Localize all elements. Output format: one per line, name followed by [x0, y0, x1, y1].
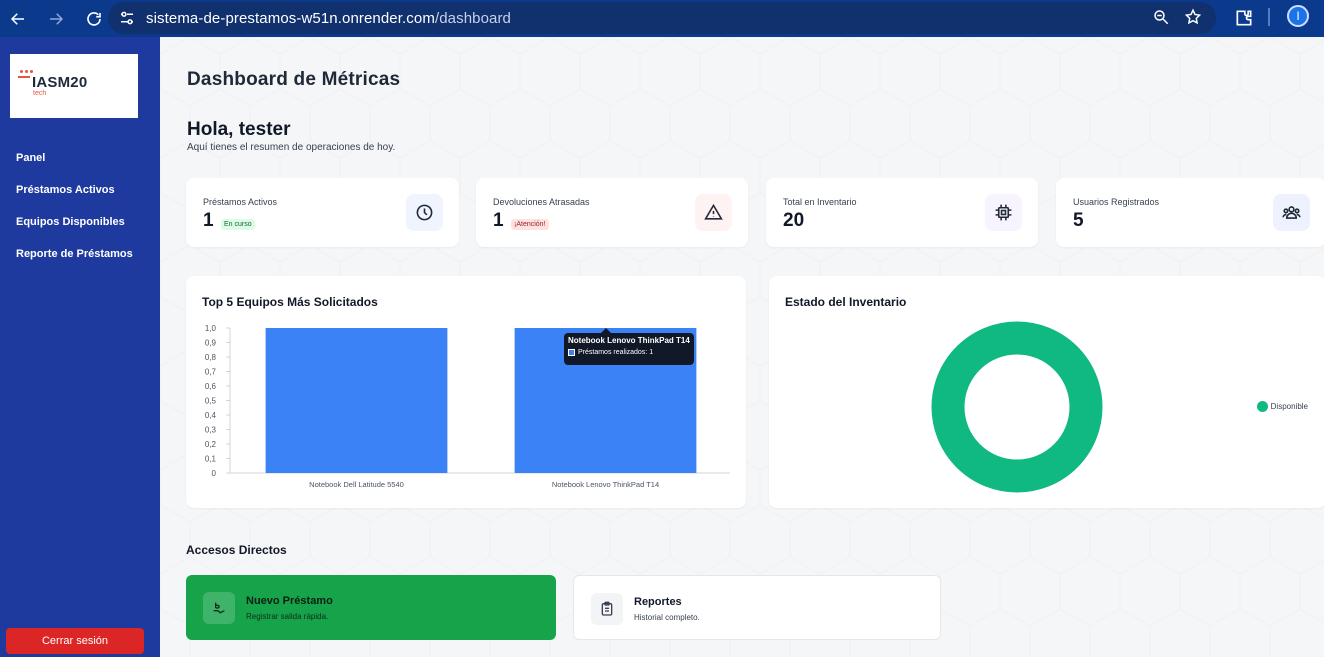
- stat-value: 5: [1073, 210, 1084, 231]
- greeting-subtitle: Aquí tienes el resumen de operaciones de…: [187, 142, 396, 153]
- logout-button[interactable]: Cerrar sesión: [6, 628, 144, 654]
- bookmark-star-icon[interactable]: [1184, 8, 1202, 26]
- profile-avatar[interactable]: I: [1287, 5, 1309, 27]
- y-tick-label: 0,2: [205, 440, 217, 449]
- address-bar[interactable]: sistema-de-prestamos-w51n.onrender.com/d…: [108, 2, 1216, 34]
- donut-chart-card: Estado del Inventario Disponible: [769, 276, 1324, 508]
- tooltip-text: Préstamos realizados: 1: [578, 349, 654, 356]
- browser-toolbar: sistema-de-prestamos-w51n.onrender.com/d…: [0, 0, 1324, 37]
- hand-icon: [203, 592, 235, 624]
- stat-label: Préstamos Activos: [203, 197, 278, 207]
- stat-value: 20: [783, 210, 805, 231]
- tooltip-line: Préstamos realizados: 1: [568, 349, 653, 356]
- extensions-icon[interactable]: [1234, 8, 1254, 28]
- chart-legend[interactable]: Disponible: [1256, 401, 1308, 412]
- logo-lines: [18, 76, 30, 81]
- x-tick-label: Notebook Lenovo ThinkPad T14: [552, 480, 659, 489]
- stat-card-usuarios-registrados: Usuarios Registrados 5: [1056, 178, 1324, 247]
- chip-icon: [985, 194, 1022, 231]
- y-tick-label: 0,6: [205, 382, 217, 391]
- y-tick-label: 1,0: [205, 324, 217, 333]
- logo-text: IASM20: [32, 74, 88, 91]
- quick-title: Reportes: [634, 596, 682, 608]
- clock-icon: [406, 194, 443, 231]
- stat-card-total-inventario: Total en Inventario 20: [766, 178, 1038, 247]
- main-content: Dashboard de Métricas Hola, tester Aquí …: [160, 37, 1324, 657]
- status-badge: ¡Atención!: [511, 219, 549, 230]
- y-tick-label: 0: [212, 469, 217, 478]
- status-badge: En curso: [221, 219, 255, 230]
- logo-subtext: tech: [33, 90, 47, 97]
- stat-value: 1: [203, 210, 214, 231]
- reportes-button[interactable]: Reportes Historial completo.: [573, 575, 941, 640]
- y-tick-label: 0,4: [205, 411, 217, 420]
- donut-slice: [931, 321, 1103, 493]
- warning-icon: [695, 194, 732, 231]
- stat-label: Usuarios Registrados: [1073, 197, 1160, 207]
- nuevo-prestamo-button[interactable]: Nuevo Préstamo Registrar salida rápida.: [186, 575, 556, 640]
- reload-icon[interactable]: [82, 7, 106, 31]
- y-tick-label: 0,1: [205, 455, 217, 464]
- zoom-icon[interactable]: [1152, 8, 1170, 26]
- site-settings-icon[interactable]: [118, 9, 136, 27]
- stat-card-prestamos-activos: Préstamos Activos 1 En curso: [186, 178, 459, 247]
- chart-tooltip: Notebook Lenovo ThinkPad T14 Préstamos r…: [564, 333, 694, 365]
- bar-chart-card: Top 5 Equipos Más Solicitados 1,0 0,9 0,8 0…: [186, 276, 746, 508]
- section-title-accesos: Accesos Directos: [186, 543, 287, 557]
- y-tick-label: 0,5: [205, 397, 217, 406]
- url-text: sistema-de-prestamos-w51n.onrender.com/d…: [146, 9, 511, 27]
- clipboard-icon: [591, 593, 623, 625]
- stat-label: Devoluciones Atrasadas: [493, 197, 590, 207]
- x-tick-label: Notebook Dell Latitude 5540: [309, 480, 404, 489]
- legend-label: Disponible: [1270, 402, 1308, 411]
- stat-value: 1: [493, 210, 504, 231]
- y-tick-label: 0,7: [205, 368, 217, 377]
- y-tick-label: 0,3: [205, 426, 217, 435]
- stat-label: Total en Inventario: [783, 197, 857, 207]
- tooltip-title: Notebook Lenovo ThinkPad T14: [568, 336, 690, 345]
- donut-chart: [931, 321, 1103, 493]
- sidebar-item-prestamos-activos[interactable]: Préstamos Activos: [16, 183, 133, 215]
- sidebar-nav: Panel Préstamos Activos Equipos Disponib…: [16, 151, 133, 279]
- y-tick-label: 0,9: [205, 339, 217, 348]
- forward-icon[interactable]: [44, 7, 68, 31]
- users-icon: [1273, 194, 1310, 231]
- page-title: Dashboard de Métricas: [187, 69, 401, 90]
- logo: IASM20 tech: [10, 54, 138, 118]
- y-tick-label: 0,8: [205, 353, 217, 362]
- stat-card-devoluciones-atrasadas: Devoluciones Atrasadas 1 ¡Atención!: [476, 178, 748, 247]
- sidebar-item-panel[interactable]: Panel: [16, 151, 133, 183]
- toolbar-divider: [1268, 8, 1270, 26]
- greeting: Hola, tester: [187, 119, 291, 140]
- sidebar-item-reporte-prestamos[interactable]: Reporte de Préstamos: [16, 247, 133, 279]
- quick-title: Nuevo Préstamo: [246, 595, 333, 607]
- sidebar-item-equipos-disponibles[interactable]: Equipos Disponibles: [16, 215, 133, 247]
- quick-subtitle: Registrar salida rápida.: [246, 612, 329, 621]
- sidebar: IASM20 tech Panel Préstamos Activos Equi…: [0, 37, 160, 657]
- tooltip-swatch: [568, 349, 575, 356]
- quick-subtitle: Historial completo.: [634, 613, 700, 622]
- legend-swatch: [1256, 401, 1268, 412]
- bar: [265, 328, 448, 473]
- bar-chart: 1,0 0,9 0,8 0,7 0,6 0,5 0,4 0,3 0,2 0,1 0 Notebook …: [205, 324, 730, 489]
- back-icon[interactable]: [6, 7, 30, 31]
